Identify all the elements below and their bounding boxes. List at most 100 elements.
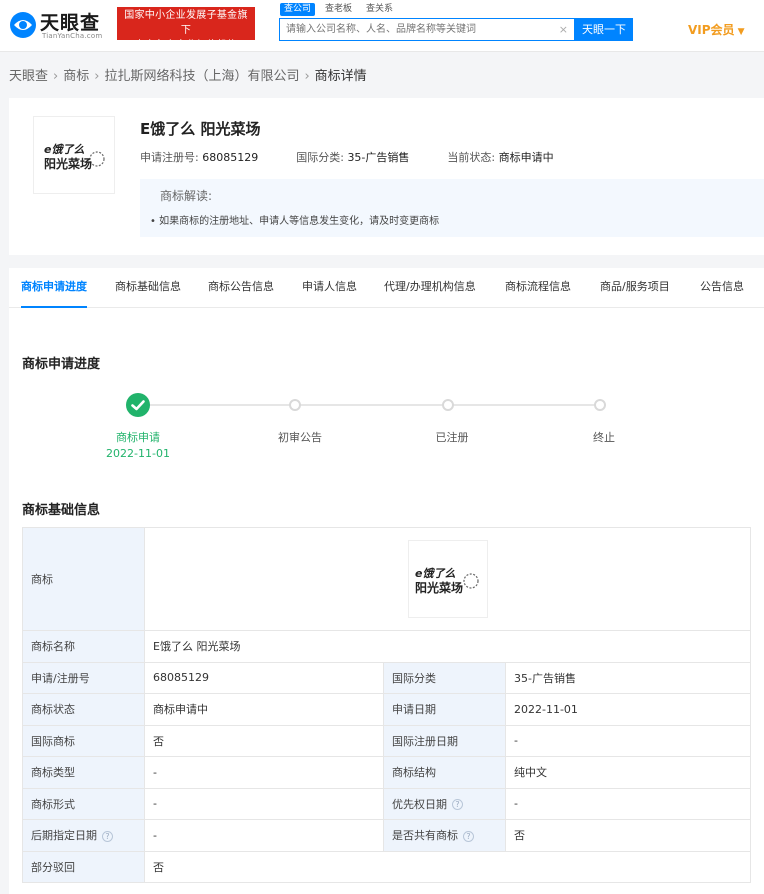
cell-label: 商标名称 (22, 630, 145, 663)
search-tab-relation[interactable]: 查关系 (362, 3, 397, 16)
tab-goods-services[interactable]: 商品/服务项目 (600, 268, 670, 308)
cell-label: 申请日期 (383, 693, 506, 726)
table-row: 商标状态 商标申请中 申请日期 2022-11-01 (22, 693, 752, 726)
cell-value: 68085129 (144, 661, 384, 694)
tab-basic-info[interactable]: 商标基础信息 (115, 268, 181, 308)
caret-down-icon: ▼ (737, 27, 745, 37)
clear-icon[interactable]: × (559, 23, 568, 36)
cell-value: - (144, 787, 384, 820)
trademark-logo-line2: 阳光菜场 (415, 580, 463, 595)
cell-label: 国际分类 (383, 661, 506, 694)
breadcrumb-current: 商标详情 (314, 69, 367, 84)
logo-domain: TianYanCha.com (42, 32, 103, 40)
interpret-text-value: 如果商标的注册地址、申请人等信息发生变化，请及时变更商标 (159, 216, 440, 227)
trademark-logo-line1: e饿了么 (415, 567, 455, 580)
cell-value: 否 (143, 850, 752, 883)
cell-value: 2022-11-01 (504, 693, 752, 726)
logo-text: 天眼查 (40, 12, 101, 34)
table-row: 商标形式 - 优先权日期? - (22, 787, 752, 820)
tab-announcement[interactable]: 商标公告信息 (208, 268, 274, 308)
cell-label-with-help: 后期指定日期? (22, 819, 145, 852)
help-icon[interactable]: ? (102, 830, 113, 842)
cell-label: 部分驳回 (22, 850, 145, 883)
search-button[interactable]: 天眼一下 (575, 18, 633, 41)
step-pending-dot (289, 399, 301, 411)
cell-label: 商标类型 (22, 756, 145, 789)
slogan-line-1: 国家中小企业发展子基金旗下 (124, 10, 248, 36)
tab-notice[interactable]: 公告信息 (700, 268, 744, 308)
search-tab-company[interactable]: 查公司 (280, 3, 316, 16)
step-label-prelim: 初审公告 (278, 431, 322, 444)
breadcrumb-home[interactable]: 天眼查 (9, 69, 48, 84)
cell-value: - (144, 819, 384, 852)
slogan-line-2: 官方备案企业征信机构 (134, 40, 238, 51)
chevron-right-icon: › (53, 69, 59, 84)
step-pending-dot (442, 399, 454, 411)
progress-section-title: 商标申请进度 (22, 357, 101, 372)
breadcrumb-trademark[interactable]: 商标 (63, 69, 89, 84)
cell-value: E饿了么 阳光菜场 (143, 630, 752, 663)
search-box: × (279, 18, 575, 41)
tab-agency[interactable]: 代理/办理机构信息 (384, 268, 476, 308)
meta-reg-no-value: 68085129 (202, 151, 259, 164)
table-row: 申请/注册号 68085129 国际分类 35-广告销售 (22, 661, 752, 694)
meta-reg-no-label: 申请注册号: (140, 151, 199, 164)
tab-progress[interactable]: 商标申请进度 (21, 268, 87, 308)
tab-flow[interactable]: 商标流程信息 (505, 268, 571, 308)
trademark-logo-image: e饿了么 阳光菜场 (415, 567, 479, 595)
main-content: 商标申请进度 商标申请 2022-11-01 初审公告 已注册 终止 商标基础信… (9, 308, 764, 894)
tab-applicant[interactable]: 申请人信息 (302, 268, 357, 308)
cell-label: 商标 (22, 527, 145, 631)
trademark-image-cell: e饿了么 阳光菜场 (143, 527, 752, 631)
cell-value: 商标申请中 (144, 693, 384, 726)
table-row: 商标 e饿了么 阳光菜场 (22, 527, 752, 631)
vip-menu[interactable]: VIP会员 ▼ (688, 21, 744, 38)
meta-reg-no: 申请注册号: 68085129 (140, 149, 258, 165)
search-input[interactable] (280, 19, 555, 40)
trademark-meta: 申请注册号: 68085129 国际分类: 35-广告销售 当前状态: 商标申请… (140, 149, 592, 165)
table-row: 部分驳回 否 (22, 850, 752, 883)
table-row: 国际商标 否 国际注册日期 - (22, 724, 752, 757)
cell-value: - (504, 724, 752, 757)
chevron-right-icon: › (94, 69, 100, 84)
vip-label: VIP会员 (688, 23, 735, 37)
cell-label: 申请/注册号 (22, 661, 145, 694)
trademark-image: e饿了么 阳光菜场 (33, 116, 115, 194)
tianyancha-logo[interactable]: 天眼查 TianYanCha.com (8, 8, 112, 42)
cell-label: 优先权日期 (392, 797, 447, 811)
breadcrumb-company[interactable]: 拉扎斯网络科技（上海）有限公司 (104, 69, 299, 84)
trademark-logo-line1: e饿了么 (44, 143, 84, 156)
help-icon[interactable]: ? (463, 830, 474, 842)
cell-label: 国际注册日期 (383, 724, 506, 757)
search-tab-boss[interactable]: 查老板 (321, 3, 356, 16)
cell-value: 35-广告销售 (504, 661, 752, 694)
chevron-right-icon: › (304, 69, 310, 84)
cell-label-with-help: 是否共有商标? (383, 819, 506, 852)
cell-value: - (504, 787, 752, 820)
trademark-logo-line2: 阳光菜场 (44, 156, 92, 171)
help-icon[interactable]: ? (452, 799, 463, 811)
table-row: 商标名称 E饿了么 阳光菜场 (22, 630, 752, 663)
table-row: 商标类型 - 商标结构 纯中文 (22, 756, 752, 789)
eye-logo-icon (10, 12, 36, 38)
meta-status-value: 商标申请中 (498, 151, 554, 164)
cell-value: 纯中文 (504, 756, 752, 789)
cell-label: 商标形式 (22, 787, 145, 820)
cell-label: 国际商标 (22, 724, 145, 757)
official-slogan-badge: 国家中小企业发展子基金旗下 官方备案企业征信机构 (117, 7, 255, 51)
meta-class-value: 35-广告销售 (347, 151, 410, 164)
interpret-title: 商标解读: (160, 189, 213, 203)
step-label-terminated: 终止 (593, 431, 615, 444)
cell-label: 后期指定日期 (31, 829, 97, 843)
step-date-apply: 2022-11-01 (106, 447, 170, 460)
meta-status-label: 当前状态: (447, 151, 496, 164)
cell-label: 商标状态 (22, 693, 145, 726)
cell-label: 商标结构 (383, 756, 506, 789)
meta-class: 国际分类: 35-广告销售 (296, 149, 409, 165)
basic-info-table: 商标 e饿了么 阳光菜场 商标名称 E饿了么 阳光菜场 申请/注册号 68085… (22, 527, 752, 883)
trademark-title: E饿了么 阳光菜场 (140, 120, 261, 138)
cell-value: 否 (504, 819, 752, 852)
trademark-summary-card: e饿了么 阳光菜场 E饿了么 阳光菜场 申请注册号: 68085129 国际分类… (9, 98, 764, 255)
step-pending-dot (594, 399, 606, 411)
meta-class-label: 国际分类: (296, 151, 344, 164)
